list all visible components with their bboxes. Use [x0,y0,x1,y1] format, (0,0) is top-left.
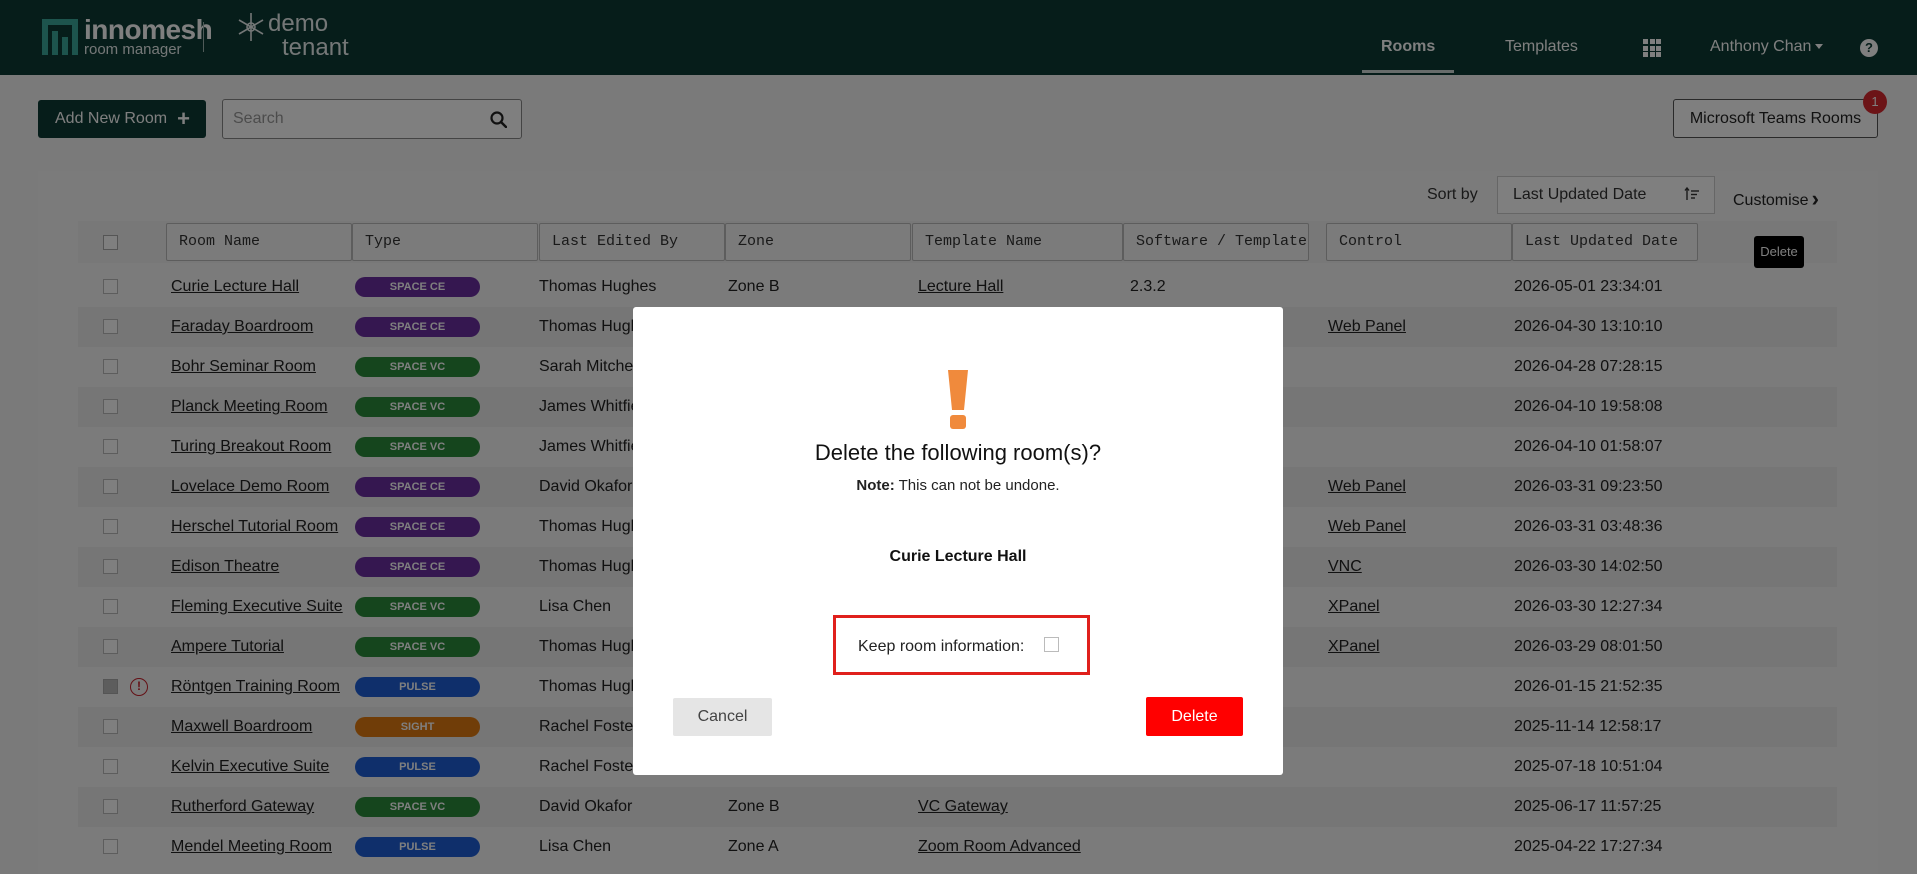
delete-button[interactable]: Delete [1146,697,1243,736]
dialog-title: Delete the following room(s)? [814,440,1102,465]
exclamation-icon [948,370,968,429]
room-to-delete: Curie Lecture Hall [889,548,1027,565]
keep-room-info-highlight: Keep room information: [833,615,1090,675]
cancel-button[interactable]: Cancel [673,698,772,736]
delete-room-dialog: Delete the following room(s)? Note: This… [633,307,1283,775]
dialog-note-bold: Note: [856,477,895,494]
dialog-note-text: This can not be undone. [894,477,1060,494]
keep-room-info-checkbox[interactable] [1044,637,1059,652]
dialog-note: Note: This can not be undone. [633,477,1283,494]
keep-room-info-label: Keep room information: [858,638,1025,655]
